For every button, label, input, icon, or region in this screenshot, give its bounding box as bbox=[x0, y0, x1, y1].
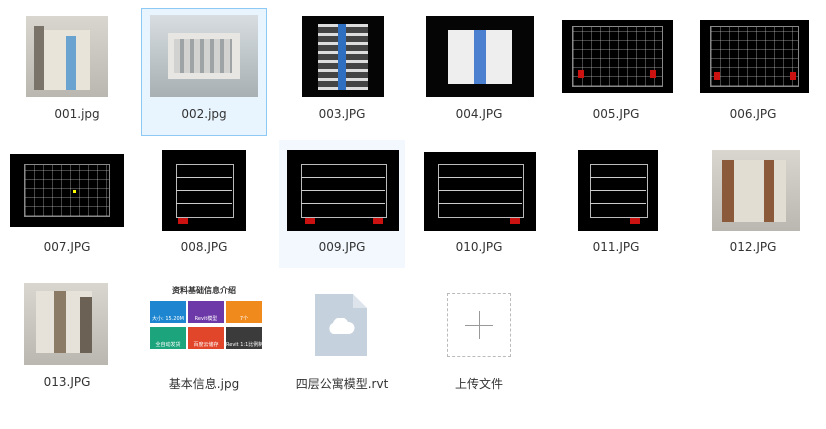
file-item[interactable]: 001.jpg bbox=[14, 8, 140, 136]
upload-label: 上传文件 bbox=[454, 377, 503, 391]
file-thumbnail bbox=[712, 150, 800, 231]
file-thumbnail bbox=[287, 150, 399, 231]
file-name: 基本信息.jpg bbox=[168, 377, 240, 391]
file-name: 002.jpg bbox=[181, 107, 227, 121]
file-item[interactable]: 资料基础信息介绍 大小: 15.20M Revit模型 7个 全自动发货 百度云… bbox=[141, 275, 267, 403]
file-item[interactable]: 009.JPG bbox=[279, 140, 405, 268]
file-thumbnail bbox=[150, 15, 258, 97]
rvt-file-icon bbox=[315, 294, 367, 356]
file-name: 011.JPG bbox=[592, 240, 640, 254]
file-item[interactable]: 006.JPG bbox=[690, 8, 816, 136]
file-item[interactable]: 007.JPG bbox=[4, 140, 130, 268]
file-name: 四层公寓模型.rvt bbox=[295, 377, 389, 391]
cloud-icon bbox=[329, 318, 355, 334]
file-name: 008.JPG bbox=[180, 240, 228, 254]
plus-icon bbox=[447, 293, 511, 357]
file-item[interactable]: 010.JPG bbox=[416, 140, 542, 268]
file-thumbnail bbox=[700, 20, 809, 93]
info-tile: 全自动发货 bbox=[150, 327, 186, 349]
info-tile: 百度云储存 bbox=[188, 327, 224, 349]
file-name: 010.JPG bbox=[455, 240, 503, 254]
info-tile: 大小: 15.20M bbox=[150, 301, 186, 323]
file-name: 013.JPG bbox=[43, 375, 91, 389]
file-name: 006.JPG bbox=[729, 107, 777, 121]
file-item[interactable]: 002.jpg bbox=[141, 8, 267, 136]
file-thumbnail bbox=[578, 150, 658, 231]
file-name: 004.JPG bbox=[455, 107, 503, 121]
file-thumbnail bbox=[302, 16, 384, 97]
file-item[interactable]: 012.JPG bbox=[690, 140, 816, 268]
file-name: 009.JPG bbox=[318, 240, 366, 254]
file-thumbnail: 资料基础信息介绍 大小: 15.20M Revit模型 7个 全自动发货 百度云… bbox=[144, 285, 264, 365]
file-item[interactable]: 005.JPG bbox=[553, 8, 679, 136]
file-thumbnail bbox=[562, 20, 673, 93]
file-item[interactable]: 四层公寓模型.rvt bbox=[279, 275, 405, 403]
file-item[interactable]: 008.JPG bbox=[141, 140, 267, 268]
file-thumbnail bbox=[426, 16, 534, 97]
info-tile: Revit 1:1比例制作 bbox=[226, 327, 264, 349]
file-name: 007.JPG bbox=[43, 240, 91, 254]
file-name: 003.JPG bbox=[318, 107, 366, 121]
upload-file-button[interactable]: 上传文件 bbox=[416, 275, 542, 403]
file-thumbnail bbox=[424, 152, 536, 231]
info-tile: Revit模型 bbox=[188, 301, 224, 323]
file-item[interactable]: 004.JPG bbox=[416, 8, 542, 136]
file-name: 001.jpg bbox=[54, 107, 100, 121]
file-item[interactable]: 011.JPG bbox=[553, 140, 679, 268]
info-tile: 7个 bbox=[226, 301, 262, 323]
file-item[interactable]: 003.JPG bbox=[279, 8, 405, 136]
file-thumbnail bbox=[24, 283, 108, 365]
file-thumbnail bbox=[162, 150, 246, 231]
file-name: 005.JPG bbox=[592, 107, 640, 121]
file-thumbnail bbox=[10, 154, 124, 227]
file-item[interactable]: 013.JPG bbox=[4, 275, 130, 403]
file-name: 012.JPG bbox=[729, 240, 777, 254]
info-image-title: 资料基础信息介绍 bbox=[172, 286, 236, 295]
file-thumbnail bbox=[26, 16, 108, 97]
